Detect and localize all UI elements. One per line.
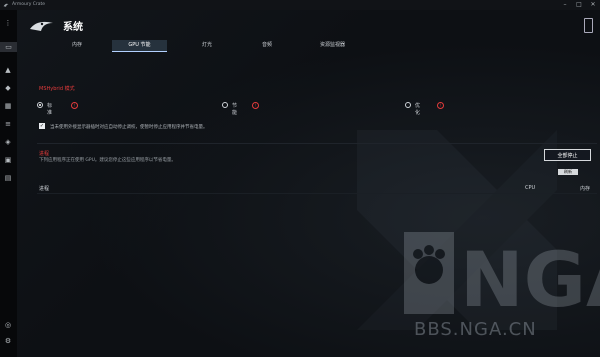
minimize-button[interactable]: – [560, 1, 570, 9]
tab-lighting[interactable]: 灯光 [187, 40, 227, 51]
rog-logo-icon [30, 21, 53, 31]
page-title: 系统 [63, 22, 83, 33]
stop-all-button[interactable]: 全部停止 [544, 149, 591, 161]
aura-icon[interactable]: ▲ [3, 65, 13, 75]
refresh-button[interactable]: 刷新 [558, 169, 578, 175]
column-header-process[interactable]: 进程 [39, 185, 49, 192]
deals-icon[interactable]: ◈ [3, 137, 13, 147]
radio-label: 标准 [47, 103, 53, 116]
app-title: Armoury Crate [12, 2, 46, 7]
device-icon[interactable]: ▭ [0, 42, 17, 52]
title-bar: Armoury Crate – □ ✕ [0, 0, 600, 10]
column-header-memory[interactable]: 内存 [580, 185, 590, 192]
info-icon[interactable]: ! [437, 102, 444, 109]
auto-stop-label: 当未使用外接显示器插时对应自动停止调校，使暂时停止应用程序并节省电量。 [50, 125, 208, 130]
tab-memory[interactable]: 内存 [57, 40, 97, 51]
close-button[interactable]: ✕ [588, 1, 598, 9]
watermark-logo-text: NGA [460, 235, 600, 314]
news-icon[interactable]: ▤ [3, 173, 13, 183]
main-panel: 系统 内存 GPU 节能 灯光 音频 资源监视器 MSHybrid 模式 标准 … [17, 10, 600, 357]
menu-icon[interactable]: ⋮ [3, 18, 13, 28]
radio-label: 优化 [415, 103, 421, 116]
process-description: 下列应用程序正在使用 GPU。建议您停止这些应用程序以节省电量。 [39, 158, 176, 163]
watermark-url: BBS.NGA.CN [414, 319, 537, 340]
maximize-button[interactable]: □ [574, 1, 584, 9]
divider [37, 143, 597, 144]
settings-icon[interactable]: ⚙ [3, 336, 13, 346]
nga-watermark-logo: NGA [404, 232, 600, 314]
radio-label: 节能 [232, 103, 238, 116]
tab-resource-monitor[interactable]: 资源监视器 [305, 40, 360, 51]
process-heading: 进程 [39, 151, 50, 157]
user-icon[interactable]: ◎ [3, 320, 13, 330]
sidebar: ⋮ ▭ ▲ ◆ ▦ ≡ ◈ ▣ ▤ ◎ ⚙ [0, 10, 18, 357]
radio-dot[interactable] [222, 102, 228, 108]
mobile-icon[interactable] [584, 18, 593, 33]
scenario-icon[interactable]: ◆ [3, 83, 13, 93]
system-icon[interactable]: ≡ [3, 119, 13, 129]
tab-audio[interactable]: 音频 [247, 40, 287, 51]
radio-dot-selected[interactable] [37, 102, 43, 108]
info-icon[interactable]: ! [252, 102, 259, 109]
mshybrid-mode-heading: MSHybrid 模式 [39, 86, 75, 92]
gamevisual-icon[interactable]: ▦ [3, 101, 13, 111]
info-icon[interactable]: ! [71, 102, 78, 109]
radio-dot[interactable] [405, 102, 411, 108]
tab-bar: 内存 GPU 节能 灯光 音频 资源监视器 [27, 40, 597, 52]
tab-gpu-power-saving[interactable]: GPU 节能 [112, 40, 167, 52]
column-header-cpu[interactable]: CPU [525, 185, 535, 191]
rog-logo-icon [3, 3, 9, 7]
table-header-divider [37, 193, 597, 194]
media-icon[interactable]: ▣ [3, 155, 13, 165]
auto-stop-checkbox[interactable]: ✓ [39, 123, 45, 129]
